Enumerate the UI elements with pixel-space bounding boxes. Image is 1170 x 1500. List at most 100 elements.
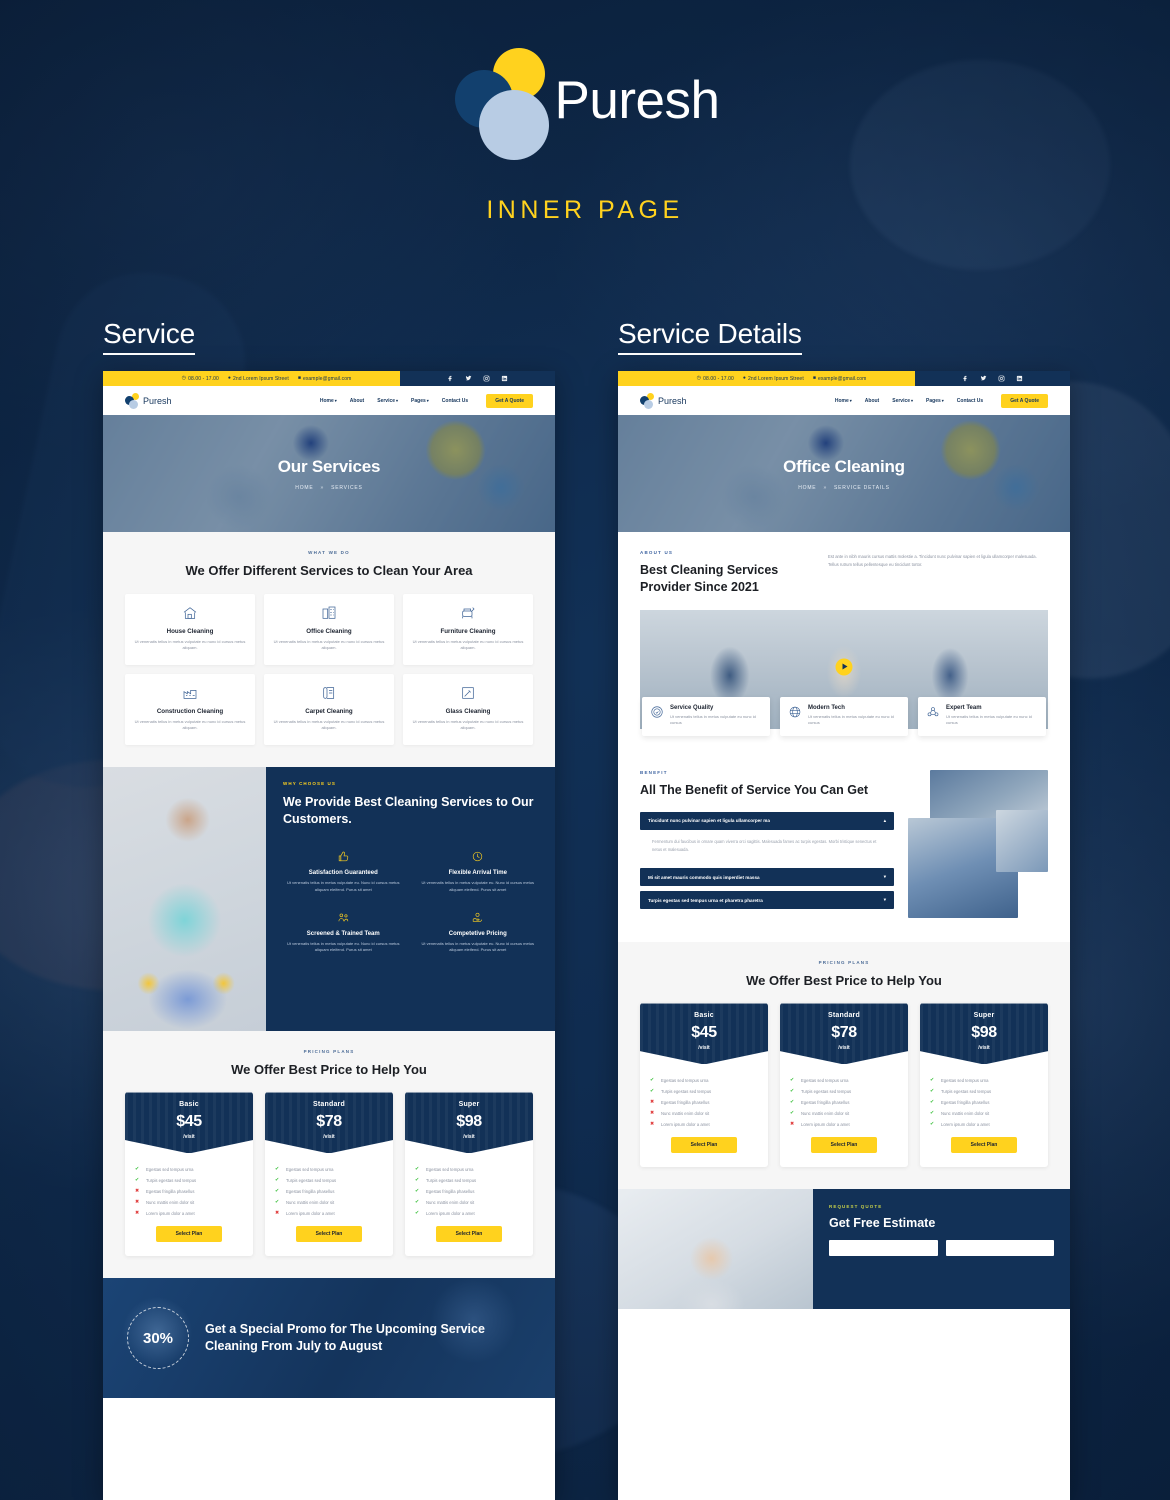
nav-item-service[interactable]: Service▾ <box>377 398 398 404</box>
why-feature-title: Satisfaction Guaranteed <box>308 870 378 877</box>
quote-input-name[interactable] <box>829 1240 938 1257</box>
nav-item-about[interactable]: About <box>865 398 879 404</box>
select-plan-button[interactable]: Select Plan <box>671 1137 737 1154</box>
pricing-amount: $98 <box>456 1113 482 1131</box>
pricing-feature-label: Turpis egestas sed tempus <box>286 1178 337 1184</box>
mockup-service-details-page: ◷ 08.00 - 17.00 ● 2nd Lorem Ipsum Street ■… <box>618 371 1070 1500</box>
instagram-icon[interactable] <box>998 375 1005 382</box>
get-a-quote-button[interactable]: Get A Quote <box>1001 393 1048 408</box>
topbar-email[interactable]: ■ example@gmail.com <box>298 376 352 382</box>
facebook-icon[interactable] <box>447 375 454 382</box>
feature-card[interactable]: Service Quality Ut venenatis tellus in m… <box>642 696 770 736</box>
twitter-icon[interactable] <box>465 375 472 382</box>
quote-input-email[interactable] <box>945 1240 1054 1257</box>
accordion-header[interactable]: Mi sit amet mauris commodo quis imperdie… <box>640 868 894 887</box>
pricing-feature-label: Nunc mattis enim dolor sit <box>146 1200 195 1206</box>
accordion-item[interactable]: Tincidunt nunc pulvinar sapien et ligula… <box>640 811 894 864</box>
breadcrumb-home[interactable]: HOME <box>798 485 816 491</box>
pricing-feature-label: Egestas fringilla phasellus <box>146 1189 195 1195</box>
service-card[interactable]: Carpet Cleaning Ut venenatis tellus in m… <box>264 673 394 745</box>
feature-card[interactable]: Modern Tech Ut venenatis tellus in metus… <box>780 696 908 736</box>
accordion-item[interactable]: Turpis egestas sed tempus urna et pharet… <box>640 891 894 910</box>
service-card[interactable]: House Cleaning Ut venenatis tellus in me… <box>125 593 255 665</box>
pricing-amount: $98 <box>971 1024 997 1042</box>
accordion-item[interactable]: Mi sit amet mauris commodo quis imperdie… <box>640 868 894 887</box>
pricing-feature-label: Nunc mattis enim dolor sit <box>941 1111 990 1117</box>
facebook-icon[interactable] <box>962 375 969 382</box>
service-card[interactable]: Construction Cleaning Ut venenatis tellu… <box>125 673 255 745</box>
service-card-desc: Ut venenatis tellus in metus vulputate e… <box>273 638 385 651</box>
pricing-card-header: Standard $78/visit <box>265 1092 393 1154</box>
pricing-card[interactable]: Basic $45/visit ✔ Egestas sed tempus urna ✔ T… <box>640 1003 768 1168</box>
select-plan-button[interactable]: Select Plan <box>296 1226 362 1243</box>
navbar-logo[interactable]: Puresh <box>125 392 172 409</box>
topbar-email[interactable]: ■ example@gmail.com <box>813 376 867 382</box>
nav-item-about[interactable]: About <box>350 398 364 404</box>
pricing-feature-row: ✔ Lorem ipsum dolor a amet <box>415 1211 523 1217</box>
pricing-feature-row: ✖ Lorem ipsum dolor a amet <box>275 1211 383 1217</box>
pricing-plan-name: Super <box>973 1012 995 1020</box>
pricing-feature-row: ✔ Egestas sed tempus urna <box>275 1167 383 1173</box>
select-plan-button[interactable]: Select Plan <box>156 1226 222 1243</box>
benefit-photo <box>996 809 1048 872</box>
nav-item-home[interactable]: Home▾ <box>835 398 852 404</box>
pricing-feature-label: Egestas fringilla phasellus <box>286 1189 335 1195</box>
pricing-feature-label: Nunc mattis enim dolor sit <box>286 1200 335 1206</box>
service-card[interactable]: Office Cleaning Ut venenatis tellus in m… <box>264 593 394 665</box>
select-plan-button[interactable]: Select Plan <box>436 1226 502 1243</box>
chevron-down-icon: ▾ <box>883 897 886 903</box>
pricing-card[interactable]: Standard $78/visit ✔ Egestas sed tempus urn… <box>265 1092 393 1257</box>
promo-text: Get a Special Promo for The Upcoming Ser… <box>205 1321 485 1354</box>
linkedin-icon[interactable] <box>501 375 508 382</box>
service-card[interactable]: Furniture Cleaning Ut venenatis tellus i… <box>403 593 533 665</box>
accordion-header-label: Turpis egestas sed tempus urna et pharet… <box>648 897 763 903</box>
pricing-feature-list: ✔ Egestas sed tempus urna ✔ Turpis egestas … <box>780 1064 908 1128</box>
nav-item-contact-us[interactable]: Contact Us <box>957 398 983 404</box>
navbar-links: Home▾ About Service▾ Pages▾ Contact Us <box>835 398 983 404</box>
accordion-header[interactable]: Turpis egestas sed tempus urna et pharet… <box>640 891 894 910</box>
accordion-body: Fermentum dui faucibus in ornare quam vi… <box>640 829 894 864</box>
pricing-plan-name: Super <box>458 1101 480 1109</box>
chevron-down-icon: ▾ <box>334 397 337 403</box>
about-body: Est ante in nibh mauris cursus mattis mo… <box>828 554 1037 567</box>
accordion-header[interactable]: Tincidunt nunc pulvinar sapien et ligula… <box>640 811 894 830</box>
breadcrumb-home[interactable]: HOME <box>295 485 313 491</box>
clock-icon: ◷ <box>696 375 702 381</box>
nav-item-home[interactable]: Home▾ <box>320 398 337 404</box>
twitter-icon[interactable] <box>980 375 987 382</box>
service-card[interactable]: Glass Cleaning Ut venenatis tellus in me… <box>403 673 533 745</box>
why-title: We Provide Best Cleaning Services to Our… <box>283 794 534 827</box>
pricing-card[interactable]: Standard $78/visit ✔ Egestas sed tempus urn… <box>780 1003 908 1168</box>
pricing-card[interactable]: Super $98/visit ✔ Egestas sed tempus urna ✔ T… <box>920 1003 1048 1168</box>
promo-discount-badge: 30% <box>127 1307 189 1370</box>
instagram-icon[interactable] <box>483 375 490 382</box>
get-a-quote-button[interactable]: Get A Quote <box>486 393 533 408</box>
cross-icon: ✖ <box>135 1199 140 1206</box>
nav-item-pages[interactable]: Pages▾ <box>926 398 944 404</box>
pricing-grid-right: Basic $45/visit ✔ Egestas sed tempus urna ✔ T… <box>640 1003 1048 1168</box>
select-plan-button[interactable]: Select Plan <box>951 1137 1017 1154</box>
nav-item-pages[interactable]: Pages▾ <box>411 398 429 404</box>
pricing-feature-row: ✔ Nunc mattis enim dolor sit <box>275 1200 383 1206</box>
check-icon: ✔ <box>790 1099 795 1106</box>
accordion-header-label: Mi sit amet mauris commodo quis imperdie… <box>648 874 760 880</box>
select-plan-button[interactable]: Select Plan <box>811 1137 877 1154</box>
nav-item-service[interactable]: Service▾ <box>892 398 913 404</box>
navbar-logo[interactable]: Puresh <box>640 392 687 409</box>
pricing-section: PRICING PLANS We Offer Best Price to Hel… <box>103 1030 555 1279</box>
feature-card[interactable]: Expert Team Ut venenatis tellus in metus… <box>918 696 1046 736</box>
linkedin-icon[interactable] <box>1016 375 1023 382</box>
pricing-card[interactable]: Super $98/visit ✔ Egestas sed tempus urna ✔ T… <box>405 1092 533 1257</box>
pricing-feature-label: Lorem ipsum dolor a amet <box>146 1211 195 1217</box>
nav-item-contact-us[interactable]: Contact Us <box>442 398 468 404</box>
pricing-card-header: Standard $78/visit <box>780 1003 908 1065</box>
pricing-section: PRICING PLANS We Offer Best Price to Hel… <box>618 941 1070 1190</box>
factory-icon <box>134 685 246 702</box>
pricing-card[interactable]: Basic $45/visit ✔ Egestas sed tempus urna ✔ T… <box>125 1092 253 1257</box>
pricing-feature-label: Lorem ipsum dolor a amet <box>661 1122 710 1128</box>
play-icon[interactable] <box>835 658 853 676</box>
globe-network-icon <box>788 705 802 727</box>
why-feature: Competetive Pricing Ut venenatis tellus … <box>418 910 539 954</box>
pricing-feature-row: ✔ Egestas fringilla phasellus <box>275 1189 383 1195</box>
brand-logo-row: Puresh <box>451 44 720 160</box>
